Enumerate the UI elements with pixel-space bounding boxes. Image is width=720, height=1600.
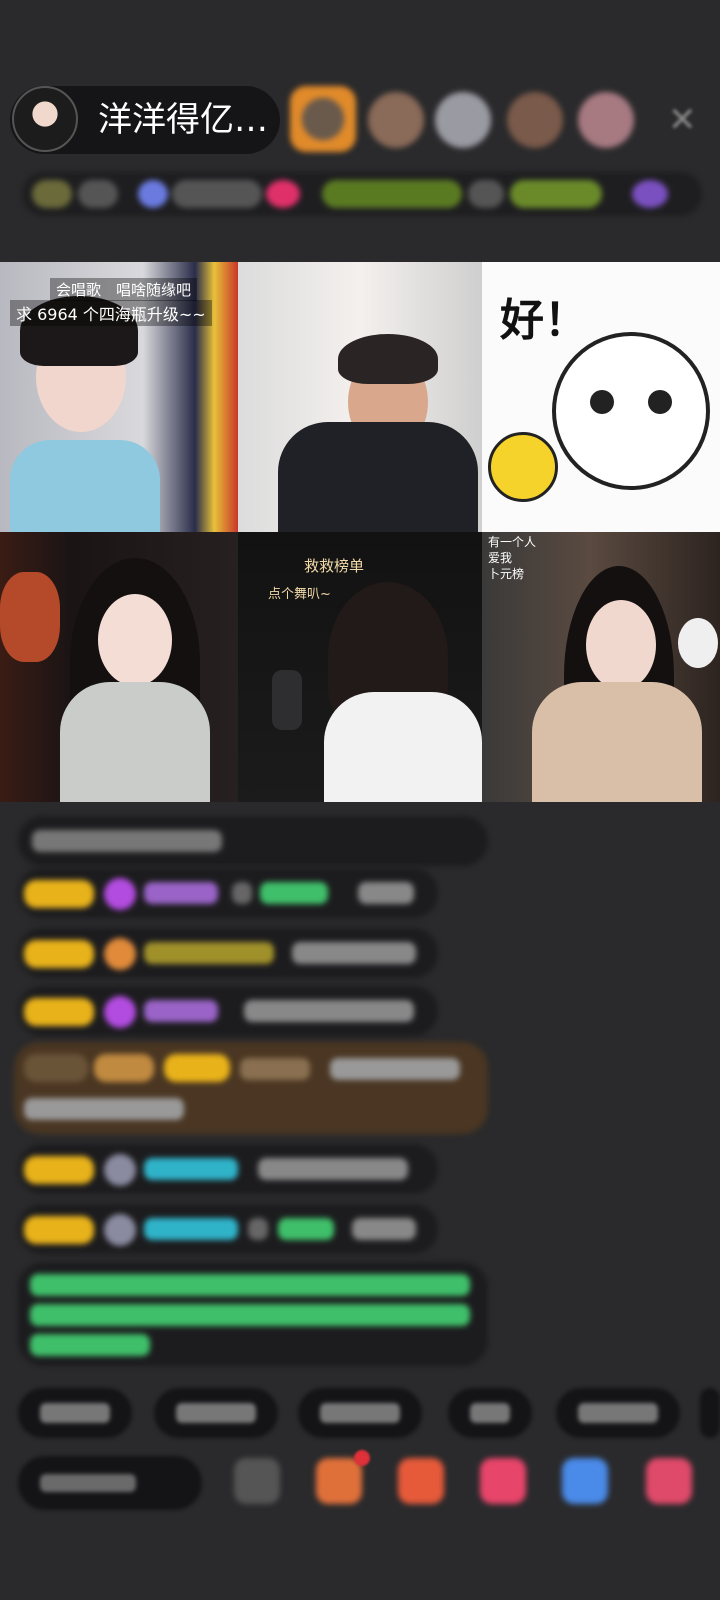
close-icon[interactable]: ✕: [668, 100, 697, 140]
treasure-icon[interactable]: [398, 1458, 444, 1504]
quick-reply-chip-2[interactable]: [154, 1388, 278, 1438]
streamer-body: [10, 440, 160, 532]
video-tile-5[interactable]: 救救榜单 点个舞叭~: [238, 532, 482, 802]
sticker-chick: [488, 432, 558, 502]
chat-message[interactable]: [18, 1144, 438, 1194]
sticker-text: 好！: [500, 295, 588, 346]
tile1-caption-main: 求 6964 个四海瓶升级~~: [10, 300, 212, 326]
sticker-rabbit: [552, 332, 710, 490]
top-viewer-avatar-4[interactable]: [507, 92, 563, 148]
game-icon[interactable]: [562, 1458, 608, 1504]
video-tile-4[interactable]: [0, 532, 238, 802]
streamer-body: [278, 422, 478, 532]
video-tile-3[interactable]: 好！: [482, 262, 720, 532]
quick-reply-chip-1[interactable]: [18, 1388, 132, 1438]
chat-welcome-notice: [18, 1262, 488, 1366]
chat-message[interactable]: [18, 868, 438, 918]
host-name[interactable]: 洋洋得亿…: [98, 98, 268, 142]
gift-box-icon[interactable]: [316, 1458, 362, 1504]
sticker-rabbit-eye-right: [648, 390, 672, 414]
chat-message[interactable]: [18, 1204, 438, 1254]
streamer-body: [324, 692, 482, 802]
chat-message[interactable]: [18, 928, 438, 978]
chat-input[interactable]: [18, 1456, 202, 1510]
top-viewer-avatar-2[interactable]: [368, 92, 424, 148]
chat-system-notice: [18, 816, 488, 866]
streamer-face: [586, 600, 656, 690]
top-viewer-avatar-1[interactable]: [290, 86, 356, 152]
streamer-body: [60, 682, 210, 802]
quick-reply-chip-4[interactable]: [448, 1388, 532, 1438]
quick-reply-chip-3[interactable]: [298, 1388, 422, 1438]
chat-message[interactable]: [18, 986, 438, 1036]
top-viewer-avatar-3[interactable]: [435, 92, 491, 148]
sticker-rabbit-eye-left: [590, 390, 614, 414]
top-viewer-avatar-5[interactable]: [578, 92, 634, 148]
notification-dot: [354, 1450, 370, 1466]
streamer-face: [98, 594, 172, 686]
quick-reply-chip-5[interactable]: [556, 1388, 680, 1438]
video-tile-2[interactable]: [238, 262, 482, 532]
rabbit-decor: [678, 618, 718, 668]
tile1-caption-top: 会唱歌 唱啥随缘吧: [50, 278, 198, 301]
more-apps-icon[interactable]: [646, 1458, 692, 1504]
room-tag-bar[interactable]: [22, 172, 702, 216]
heart-icon[interactable]: [480, 1458, 526, 1504]
video-tile-1[interactable]: 会唱歌 唱啥随缘吧 求 6964 个四海瓶升级~~: [0, 262, 238, 532]
tile5-caption-sub: 点个舞叭~: [268, 587, 331, 602]
quick-reply-chip-6[interactable]: [700, 1388, 720, 1438]
plant-decor: [0, 572, 60, 662]
chat-highlight-message[interactable]: [14, 1042, 488, 1134]
host-avatar[interactable]: [12, 86, 78, 152]
emoji-icon[interactable]: [234, 1458, 280, 1504]
tile6-caption-line3: 卜元榜: [488, 567, 525, 581]
tile5-caption-top: 救救榜单: [304, 557, 365, 575]
microphone: [272, 670, 302, 730]
video-tile-6[interactable]: 有一个人 爱我 卜元榜: [482, 532, 720, 802]
streamer-body: [532, 682, 702, 802]
streamer-hair: [338, 334, 438, 384]
